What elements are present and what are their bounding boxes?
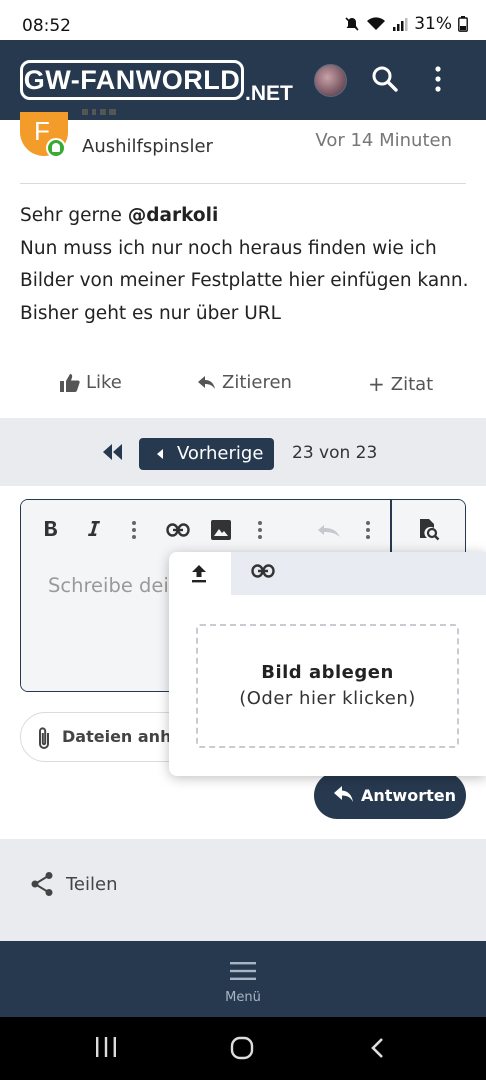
more-options-icon[interactable] (257, 520, 263, 540)
post-actions: Like Zitieren + Zitat (0, 372, 486, 402)
back-icon[interactable] (370, 1037, 384, 1059)
recent-apps-icon[interactable] (95, 1036, 117, 1058)
quote-label: Zitieren (222, 372, 292, 393)
user-mention[interactable]: @darkoli (128, 205, 219, 226)
author-user-title: Aushilfspinsler (82, 136, 213, 157)
post-timestamp[interactable]: Vor 14 Minuten (315, 130, 452, 151)
mute-icon (345, 17, 359, 31)
toolbar-separator (390, 500, 392, 560)
home-icon[interactable] (230, 1036, 254, 1060)
thumbs-up-icon (60, 373, 80, 392)
pagination-bar: Vorherige 23 von 23 (0, 418, 486, 486)
site-logo-suffix[interactable]: .NET (245, 82, 293, 106)
image-drop-zone[interactable]: Bild ablegen (Oder hier klicken) (196, 624, 459, 748)
share-label: Teilen (66, 873, 118, 895)
post-divider (20, 183, 466, 184)
author-name-clipped (82, 109, 142, 121)
post-text: Sehr gerne (20, 205, 128, 226)
tab-upload[interactable] (169, 552, 231, 595)
more-options-icon[interactable] (365, 520, 371, 540)
like-button[interactable]: Like (60, 372, 122, 393)
share-icon (31, 872, 53, 896)
link-icon[interactable] (166, 523, 190, 537)
reply-label: Antworten (361, 786, 456, 805)
image-insert-popup: Bild ablegen (Oder hier klicken) (169, 552, 486, 776)
search-icon[interactable] (371, 64, 399, 94)
wifi-icon (367, 17, 386, 30)
previous-page-label: Vorherige (177, 443, 264, 464)
previous-page-button[interactable]: Vorherige (139, 438, 274, 470)
post-content: Sehr gerne @darkoli Nun muss ich nur noc… (20, 200, 470, 330)
quote-button[interactable]: Zitieren (198, 372, 292, 393)
like-label: Like (86, 372, 122, 393)
add-quote-label: Zitat (390, 373, 434, 395)
editor-toolbar (21, 500, 465, 560)
site-logo[interactable]: GW-FANWORLD (20, 60, 244, 100)
drop-zone-title: Bild ablegen (261, 662, 394, 683)
signal-icon (393, 18, 408, 31)
italic-icon[interactable] (87, 520, 101, 538)
undo-icon[interactable] (317, 524, 341, 538)
bold-icon[interactable] (44, 520, 58, 538)
chevron-left-icon (157, 449, 163, 459)
add-quote-button[interactable]: + Zitat (368, 372, 433, 396)
plus-icon: + (368, 372, 385, 396)
editor-placeholder: Schreibe dei (48, 574, 169, 597)
status-time: 08:52 (22, 16, 71, 36)
attach-files-label: Dateien anhä (62, 727, 183, 746)
reply-arrow-icon (198, 375, 215, 389)
drop-zone-subtitle: (Oder hier klicken) (239, 688, 416, 709)
first-page-icon[interactable] (102, 443, 124, 461)
menu-label: Menü (225, 990, 261, 1005)
share-section: Teilen (0, 839, 486, 941)
status-bar: 08:52 31% (0, 0, 486, 40)
post-line-1: Sehr gerne @darkoli (20, 200, 470, 233)
battery-percent: 31% (414, 14, 452, 34)
post-line-3: Bisher geht es nur über URL (20, 302, 281, 324)
preview-icon[interactable] (418, 518, 440, 542)
status-icons: 31% (344, 14, 468, 34)
popup-tabs (169, 552, 486, 595)
hamburger-menu-icon (230, 962, 256, 980)
paperclip-icon (39, 727, 49, 749)
bottom-menu-bar[interactable]: Menü (0, 941, 486, 1017)
share-button[interactable]: Teilen (30, 871, 118, 897)
more-vertical-icon[interactable] (432, 64, 444, 94)
reply-button[interactable]: Antworten (314, 772, 466, 819)
link-icon (251, 564, 275, 578)
system-navigation-bar (0, 1017, 486, 1080)
upload-icon (192, 565, 206, 583)
site-header: GW-FANWORLD .NET (0, 40, 486, 120)
image-icon[interactable] (211, 520, 231, 540)
more-options-icon[interactable] (131, 520, 137, 540)
reply-arrow-icon (334, 786, 353, 802)
online-status-icon (46, 138, 66, 158)
battery-icon (458, 16, 468, 32)
post-line-2: Nun muss ich nur noch heraus finden wie … (20, 237, 469, 292)
page-indicator: 23 von 23 (292, 443, 378, 463)
tab-url[interactable] (231, 552, 293, 595)
user-avatar[interactable] (314, 64, 347, 97)
